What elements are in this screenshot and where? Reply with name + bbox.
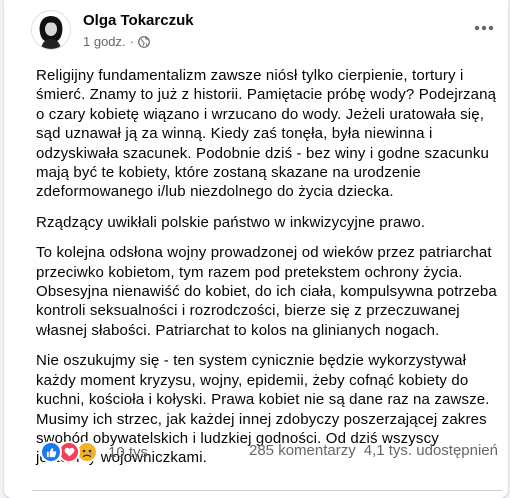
meta-separator: · [129, 34, 134, 49]
post-paragraph: To kolejna odsłona wojny prowadzonej od … [36, 244, 497, 339]
shares-count[interactable]: 4,1 tys. udostępnień [364, 442, 498, 459]
globe-icon[interactable] [138, 35, 150, 48]
post-timestamp[interactable]: 1 godz. [83, 34, 126, 49]
comments-count[interactable]: 285 komentarzy [249, 442, 356, 459]
post-meta: 1 godz. · [83, 34, 150, 49]
post-header: Olga Tokarczuk 1 godz. · [4, 0, 508, 60]
author-name[interactable]: Olga Tokarczuk [83, 12, 194, 29]
reaction-icons [40, 441, 98, 463]
author-avatar[interactable] [31, 10, 71, 50]
more-options-button[interactable] [466, 10, 502, 46]
author-photo [32, 11, 70, 49]
post-card: Olga Tokarczuk 1 godz. · Religijny funda… [4, 0, 508, 498]
post-paragraph: Rządzący uwikłali polskie państwo w inkw… [36, 213, 426, 231]
more-horizontal-icon [474, 25, 494, 31]
like-icon [40, 441, 62, 463]
reactions-summary[interactable]: 10 tys. [40, 441, 152, 463]
reactions-count[interactable]: 10 tys. [108, 444, 152, 461]
engagement-stats: 285 komentarzy 4,1 tys. udostępnień [249, 442, 498, 459]
footer-divider [32, 490, 502, 491]
post-text: Religijny fundamentalizm zawsze niósł ty… [36, 66, 498, 479]
post-paragraph: Religijny fundamentalizm zawsze niósł ty… [36, 67, 497, 201]
